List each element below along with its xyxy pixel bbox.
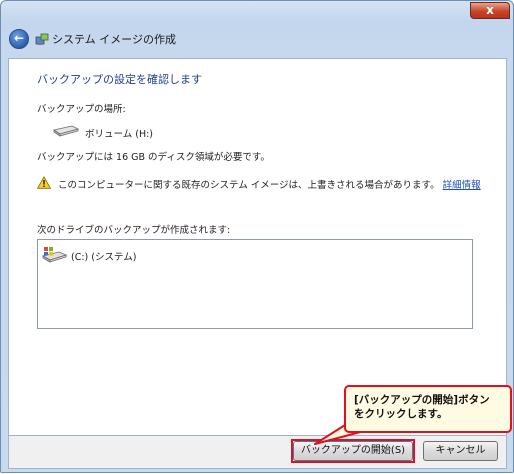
- drives-list-label: 次のドライブのバックアップが作成されます:: [37, 225, 231, 236]
- drive-c-label: (C:) (システム): [71, 252, 137, 263]
- close-icon: x: [486, 3, 494, 17]
- window-title: システム イメージの作成: [52, 33, 176, 46]
- details-link[interactable]: 詳細情報: [443, 180, 481, 191]
- drives-listbox[interactable]: (C:) (システム): [37, 239, 473, 329]
- backup-location-label: バックアップの場所:: [37, 104, 126, 115]
- start-backup-button[interactable]: バックアップの開始(S): [293, 441, 413, 461]
- callout-line-1: [バックアップの開始]ボタン: [354, 394, 490, 406]
- space-required-text: バックアップには 16 GB のディスク領域が必要です。: [37, 152, 270, 163]
- hard-drive-icon: [52, 125, 80, 137]
- backup-app-icon: [35, 33, 49, 45]
- callout-line-2: をクリックします。: [354, 408, 448, 420]
- back-arrow-icon: ←: [13, 31, 25, 45]
- dialog-window: x ← システム イメージの作成 バックアップの設定を確認します バックアップの…: [0, 0, 514, 473]
- drive-name: ボリューム (H:): [85, 129, 153, 140]
- warning-text: このコンピューターに関する既存のシステム イメージは、上書きされる場合があります…: [58, 180, 440, 191]
- warning-message: このコンピューターに関する既存のシステム イメージは、上書きされる場合があります…: [58, 177, 481, 191]
- warning-icon: [37, 176, 51, 189]
- close-button[interactable]: x: [470, 2, 510, 19]
- content-panel: バックアップの設定を確認します バックアップの場所: ボリューム (H:) バッ…: [8, 58, 507, 436]
- button-bar: バックアップの開始(S) キャンセル: [8, 436, 507, 469]
- page-heading: バックアップの設定を確認します: [37, 73, 202, 86]
- instruction-callout: [バックアップの開始]ボタン をクリックします。: [344, 385, 512, 433]
- cancel-button[interactable]: キャンセル: [423, 441, 498, 461]
- back-button[interactable]: ←: [9, 29, 29, 49]
- system-drive-icon: [41, 247, 68, 263]
- list-item[interactable]: (C:) (システム): [41, 246, 136, 266]
